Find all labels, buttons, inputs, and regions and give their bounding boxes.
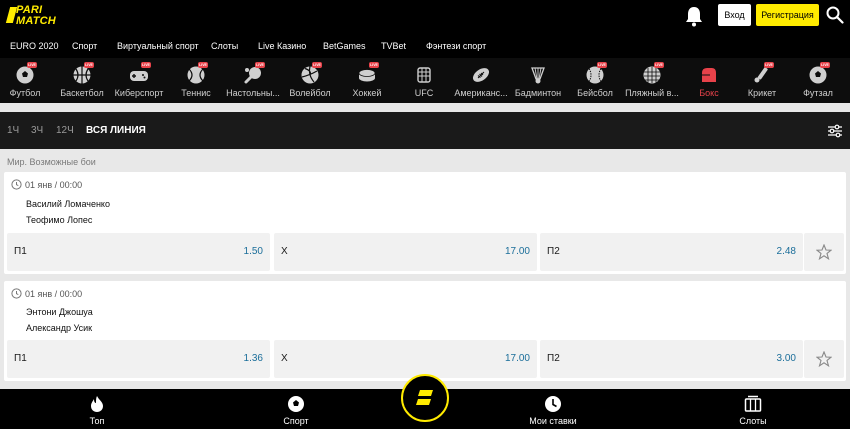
favorite-button[interactable] <box>804 233 844 271</box>
american-football-icon <box>472 68 490 82</box>
live-badge: LIVE <box>312 62 322 68</box>
odds-value: 17.00 <box>504 353 530 364</box>
boxing-glove-icon <box>702 68 716 82</box>
nav-label: Спорт <box>283 416 309 426</box>
star-icon <box>816 244 832 260</box>
menu-euro-2020[interactable]: EURO 2020 <box>10 41 59 51</box>
register-button[interactable]: Регистрация <box>756 4 819 26</box>
odds-value: 1.50 <box>243 246 263 257</box>
live-badge: LIVE <box>369 62 379 68</box>
time-filter-bar: 1Ч 3Ч 12Ч ВСЯ ЛИНИЯ <box>0 112 850 149</box>
ufc-icon <box>417 67 431 83</box>
futsal-ball-icon <box>809 66 827 84</box>
event-time: 01 янв / 00:00 <box>25 289 83 299</box>
nav-slots[interactable]: Слоты <box>718 389 788 429</box>
odds-label: П2 <box>547 246 560 257</box>
baseball-icon <box>586 66 604 84</box>
gamepad-icon <box>130 71 148 81</box>
sport-label: Футзал <box>803 88 833 98</box>
odds-value: 17.00 <box>504 246 530 257</box>
odds-value: 1.36 <box>243 353 263 364</box>
filter-all-line[interactable]: ВСЯ ЛИНИЯ <box>86 125 146 136</box>
odds-p2-button[interactable]: П2 3.00 <box>540 340 803 378</box>
team-1[interactable]: Василий Ломаченко <box>26 199 110 209</box>
nav-label: Топ <box>89 416 105 426</box>
table-tennis-icon <box>244 67 261 84</box>
live-badge: LIVE <box>820 62 830 68</box>
odds-label: П1 <box>14 246 27 257</box>
tennis-ball-icon <box>187 66 205 84</box>
nav-label: Слоты <box>739 416 767 426</box>
menu-slots[interactable]: Слоты <box>211 41 238 51</box>
clock-icon <box>545 396 561 412</box>
nav-label: Мои ставки <box>529 416 577 426</box>
menu-sport[interactable]: Спорт <box>72 41 97 51</box>
odds-x-button[interactable]: Х 17.00 <box>274 340 537 378</box>
menu-live-casino[interactable]: Live Казино <box>258 41 306 51</box>
header: PARI MATCH Вход Регистрация <box>0 0 850 34</box>
event-time: 01 янв / 00:00 <box>25 180 83 190</box>
cricket-icon <box>754 67 768 83</box>
favorite-button[interactable] <box>804 340 844 378</box>
live-badge: LIVE <box>255 62 265 68</box>
logo-text-line2: MATCH <box>16 15 56 27</box>
hockey-puck-icon <box>358 69 376 82</box>
betslip-center-button[interactable] <box>401 374 449 422</box>
filter-12h[interactable]: 12Ч <box>56 125 74 136</box>
odds-x-button[interactable]: Х 17.00 <box>274 233 537 271</box>
odds-p1-button[interactable]: П1 1.36 <box>7 340 270 378</box>
menu-fantasy-sport[interactable]: Фэнтези спорт <box>426 41 486 51</box>
live-badge: LIVE <box>84 62 94 68</box>
odds-label: Х <box>281 246 288 257</box>
tournament-title: Мир. Возможные бои <box>7 157 96 167</box>
odds-label: Х <box>281 353 288 364</box>
odds-value: 2.48 <box>776 246 796 257</box>
parimatch-mark-icon <box>416 390 433 405</box>
clock-icon <box>11 288 22 299</box>
sports-bar: LIVE Футбол LIVE Баскетбол LIVE Киберспо… <box>0 58 850 103</box>
team-2[interactable]: Теофимо Лопес <box>26 215 92 225</box>
filter-3h[interactable]: 3Ч <box>31 125 43 136</box>
nav-top[interactable]: Топ <box>62 389 132 429</box>
odds-value: 3.00 <box>776 353 796 364</box>
odds-p2-button[interactable]: П2 2.48 <box>540 233 803 271</box>
event-card: 01 янв / 00:00 Энтони Джошуа Александр У… <box>4 281 846 381</box>
live-badge: LIVE <box>597 62 607 68</box>
odds-p1-button[interactable]: П1 1.50 <box>7 233 270 271</box>
beach-volleyball-icon <box>643 66 661 84</box>
basketball-icon <box>73 66 91 84</box>
team-1[interactable]: Энтони Джошуа <box>26 307 93 317</box>
nav-sport[interactable]: Спорт <box>261 389 331 429</box>
team-2[interactable]: Александр Усик <box>26 323 92 333</box>
odds-label: П2 <box>547 353 560 364</box>
clock-icon <box>11 179 22 190</box>
filter-settings-icon[interactable] <box>827 124 843 138</box>
live-badge: LIVE <box>27 62 37 68</box>
event-card: 01 янв / 00:00 Василий Ломаченко Теофимо… <box>4 172 846 274</box>
soccer-ball-icon <box>288 396 304 412</box>
live-badge: LIVE <box>198 62 208 68</box>
sport-item-futsal[interactable]: LIVE Футзал <box>785 58 850 103</box>
top-menu: EURO 2020 Спорт Виртуальный спорт Слоты … <box>0 34 850 58</box>
volleyball-icon <box>301 66 319 84</box>
menu-betgames[interactable]: BetGames <box>323 41 366 51</box>
menu-virtual-sport[interactable]: Виртуальный спорт <box>117 41 199 51</box>
nav-my-bets[interactable]: Мои ставки <box>513 389 593 429</box>
filter-1h[interactable]: 1Ч <box>7 125 19 136</box>
bell-icon[interactable] <box>684 5 704 27</box>
live-badge: LIVE <box>764 62 774 68</box>
odds-label: П1 <box>14 353 27 364</box>
slot-machine-icon <box>744 395 762 412</box>
parimatch-logo[interactable]: PARI MATCH <box>5 4 70 28</box>
search-icon[interactable] <box>826 6 844 24</box>
shuttlecock-icon <box>531 67 545 84</box>
live-badge: LIVE <box>141 62 151 68</box>
fire-icon <box>91 396 103 412</box>
menu-tvbet[interactable]: TVBet <box>381 41 406 51</box>
soccer-ball-icon <box>16 66 34 84</box>
live-badge: LIVE <box>654 62 664 68</box>
login-button[interactable]: Вход <box>718 4 751 26</box>
star-icon <box>816 351 832 367</box>
